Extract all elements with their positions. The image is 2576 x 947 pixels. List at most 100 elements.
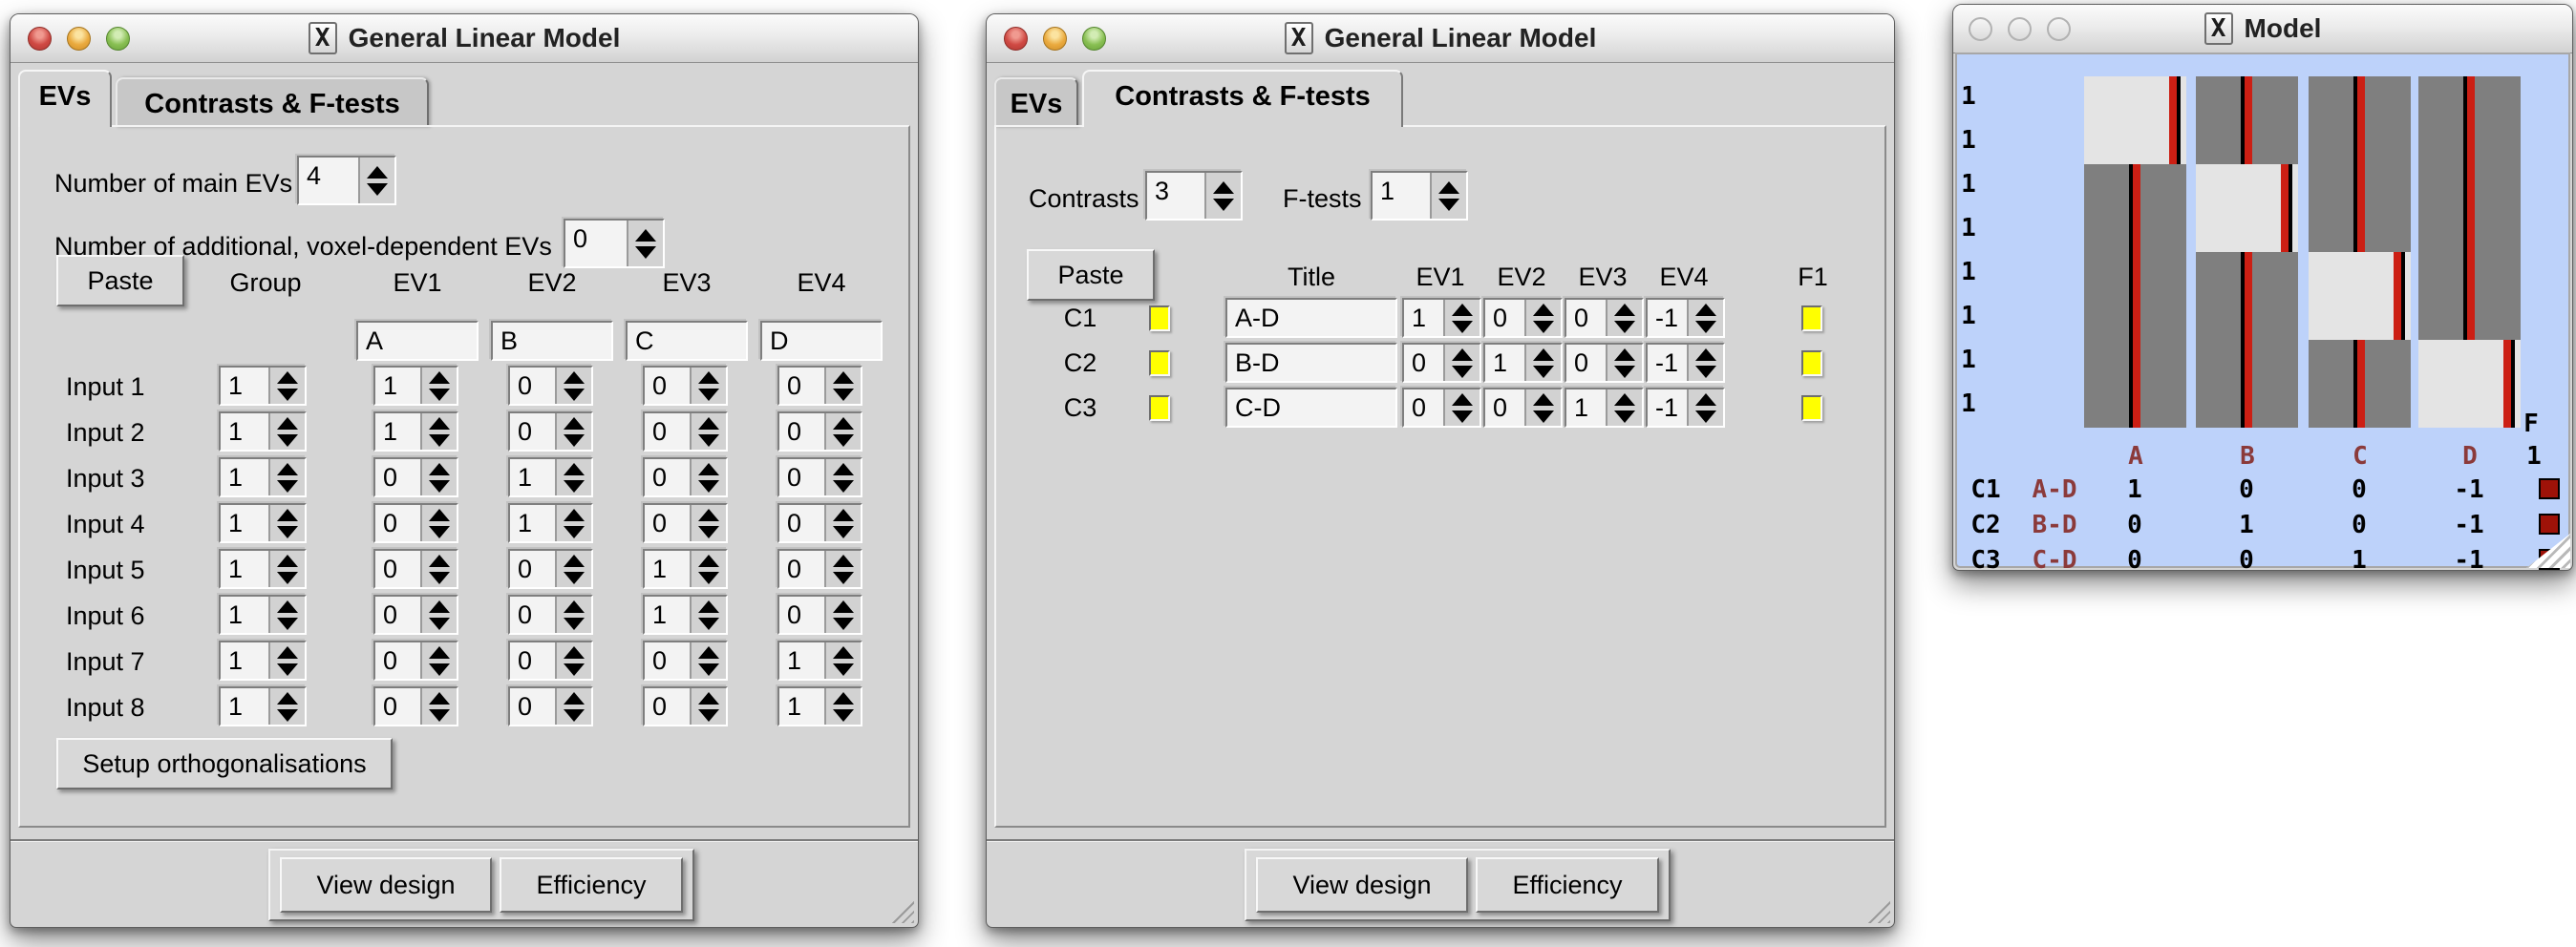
ev-value-line [2357, 340, 2365, 384]
ev-timecourse-segment [2084, 76, 2186, 120]
titlebar[interactable]: X General Linear Model [987, 14, 1894, 63]
ev-value-line [2245, 252, 2252, 296]
ev-value-line [2467, 164, 2475, 208]
ev-timecourse-segment [2196, 208, 2298, 252]
ev-timecourse-segment [2196, 384, 2298, 428]
ev-zero-line [2177, 120, 2181, 164]
tab-label: Contrasts & F-tests [1115, 81, 1371, 113]
ev-timecourse-segment [2418, 384, 2521, 428]
ev-value-line [2245, 296, 2252, 340]
ev-value-line [2394, 296, 2401, 340]
ev-zero-line [2401, 252, 2405, 296]
ev-value-line [2133, 384, 2140, 428]
title-area: X Model [1953, 5, 2572, 53]
ev-value-line [2281, 208, 2289, 252]
ev-value-line [2133, 164, 2140, 208]
glm-window-contrasts: X General Linear Model EVs Contrasts & F… [986, 13, 1895, 928]
contrast-id: C2 [1970, 511, 2000, 539]
window-title: General Linear Model [1325, 23, 1597, 53]
contrast-title: A-D [2033, 475, 2077, 504]
ev-value-line [2467, 120, 2475, 164]
ev-column-name: D [2462, 442, 2478, 471]
tab-evs[interactable]: EVs [994, 77, 1078, 127]
ev-timecourse-segment [2196, 252, 2298, 296]
view-design-button[interactable]: View design [280, 857, 492, 913]
contrast-value: -1 [2454, 511, 2483, 539]
ev-column-c [2309, 76, 2411, 428]
ev-value-line [2394, 252, 2401, 296]
contrast-title: C-D [2033, 546, 2077, 575]
ev-value-line [2133, 252, 2140, 296]
contrasts-tab-page [994, 125, 1886, 828]
titlebar[interactable]: X General Linear Model [11, 14, 918, 63]
contrast-title: B-D [2033, 511, 2077, 539]
contrast-value: 0 [2239, 546, 2254, 575]
group-value-label: 1 [1961, 82, 1976, 111]
efficiency-button[interactable]: Efficiency [1476, 857, 1659, 913]
ev-value-line [2467, 252, 2475, 296]
ev-timecourse-segment [2196, 340, 2298, 384]
tab-contrasts-ftests[interactable]: Contrasts & F-tests [1082, 70, 1403, 127]
group-value-label: 1 [1961, 389, 1976, 418]
ev-timecourse-segment [2418, 164, 2521, 208]
ev-value-line [2467, 296, 2475, 340]
ev-timecourse-segment [2418, 340, 2521, 384]
ev-column-name: C [2352, 442, 2368, 471]
model-window: X Model 11111111ABCDF1C1A-D100-1C2B-D010… [1952, 4, 2573, 571]
design-matrix-canvas: 11111111ABCDF1C1A-D100-1C2B-D010-1C3C-D0… [1955, 53, 2570, 568]
resize-grip[interactable] [1862, 894, 1890, 923]
efficiency-button[interactable]: Efficiency [500, 857, 683, 913]
ev-timecourse-segment [2309, 76, 2411, 120]
f-header-number: 1 [2526, 442, 2542, 471]
window-title: General Linear Model [349, 23, 621, 53]
f-header-letter: F [2523, 410, 2539, 438]
ev-timecourse-segment [2309, 296, 2411, 340]
ev-column-b [2196, 76, 2298, 428]
contrast-id: C3 [1970, 546, 2000, 575]
ev-timecourse-segment [2309, 340, 2411, 384]
ev-value-line [2169, 120, 2177, 164]
efficiency-label: Efficiency [536, 871, 646, 900]
window-title: Model [2245, 13, 2322, 44]
group-value-label: 1 [1961, 258, 1976, 286]
ev-timecourse-segment [2084, 340, 2186, 384]
ev-value-line [2503, 340, 2511, 384]
ev-value-line [2245, 384, 2252, 428]
tab-label: EVs [39, 81, 92, 113]
x11-logo-icon: X [309, 22, 337, 54]
titlebar[interactable]: X Model [1953, 5, 2572, 53]
ev-timecourse-segment [2084, 384, 2186, 428]
view-design-label: View design [316, 871, 455, 900]
ftest-indicator-square [2539, 514, 2560, 535]
resize-grip[interactable] [885, 894, 914, 923]
ev-value-line [2133, 296, 2140, 340]
group-value-label: 1 [1961, 170, 1976, 199]
ev-value-line [2503, 384, 2511, 428]
ftest-indicator-square [2539, 478, 2560, 499]
ev-timecourse-segment [2084, 252, 2186, 296]
ev-zero-line [2511, 340, 2515, 384]
ev-value-line [2357, 384, 2365, 428]
tab-contrasts-ftests[interactable]: Contrasts & F-tests [116, 77, 429, 127]
ev-value-line [2467, 208, 2475, 252]
ev-timecourse-segment [2309, 164, 2411, 208]
tab-evs[interactable]: EVs [18, 70, 112, 127]
view-design-button[interactable]: View design [1256, 857, 1468, 913]
ev-column-name: A [2128, 442, 2143, 471]
ev-value-line [2245, 120, 2252, 164]
ev-timecourse-segment [2309, 252, 2411, 296]
ev-value-line [2357, 164, 2365, 208]
ev-zero-line [2289, 164, 2292, 208]
ev-value-line [2245, 76, 2252, 120]
contrast-value: 0 [2352, 511, 2367, 539]
ev-timecourse-segment [2196, 164, 2298, 208]
ev-timecourse-segment [2418, 120, 2521, 164]
ev-column-name: B [2240, 442, 2255, 471]
ev-timecourse-segment [2418, 296, 2521, 340]
ev-timecourse-segment [2418, 76, 2521, 120]
ev-value-line [2357, 208, 2365, 252]
ev-timecourse-segment [2309, 208, 2411, 252]
view-design-label: View design [1292, 871, 1431, 900]
contrast-value: 0 [2239, 475, 2254, 504]
ev-value-line [2169, 76, 2177, 120]
